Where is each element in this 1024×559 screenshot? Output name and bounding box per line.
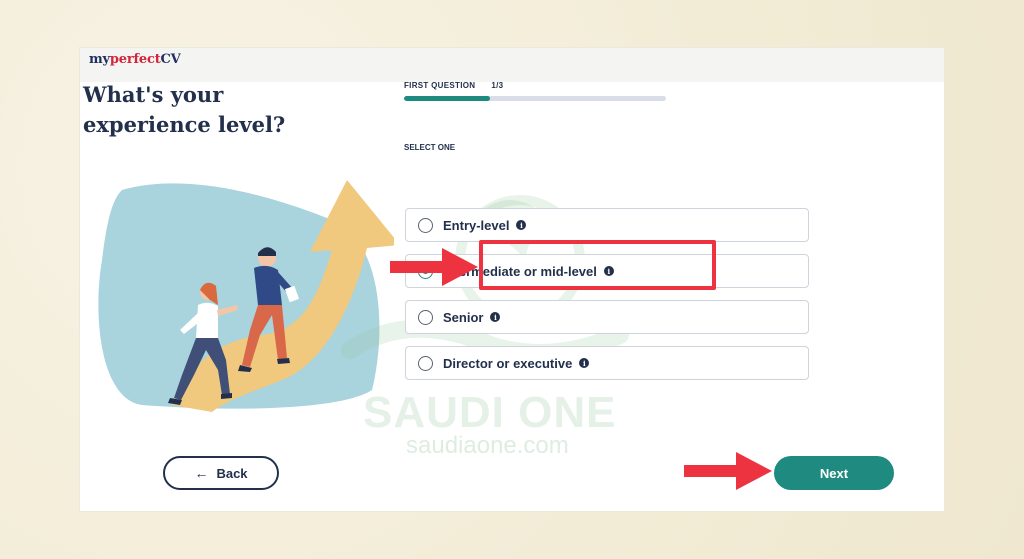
select-one-label: SELECT ONE [404,143,456,152]
info-icon[interactable]: i [490,312,501,322]
highlight-annotation-box [479,240,716,290]
watermark-text: SAUDI ONE [363,388,617,437]
progress-step-label: FIRST QUESTION [404,81,476,90]
progress-count: 1/3 [491,81,504,90]
annotation-arrow-icon [684,452,772,490]
next-button[interactable]: Next [774,456,894,490]
watermark-url: saudiaone.com [406,432,569,459]
radio-button[interactable] [418,217,433,233]
logo-part-cv: CV [160,52,181,67]
back-button-label: Back [216,465,248,481]
info-icon[interactable]: i [579,358,590,368]
brand-logo[interactable]: myperfectCV [89,52,181,67]
page-title: What's your experience level? [83,82,286,137]
back-button[interactable]: ← Back [163,456,279,490]
option-label: Senior [443,309,484,325]
option-senior[interactable]: Senior i [405,300,809,334]
logo-part-perfect: perfect [109,52,161,67]
info-icon[interactable]: i [516,220,527,230]
radio-button[interactable] [418,309,433,325]
option-entry-level[interactable]: Entry-level i [405,208,809,242]
option-label: Director or executive [443,355,573,371]
annotation-arrow-icon [390,248,478,286]
career-climb-illustration [98,180,394,412]
progress-bar [404,96,666,101]
arrow-left-icon: ← [194,465,209,481]
logo-part-my: my [89,52,110,67]
next-button-label: Next [819,465,849,481]
option-label: Entry-level [443,217,510,233]
progress-bar-fill [404,96,491,101]
top-bar: myperfectCV [80,48,944,82]
radio-button[interactable] [418,355,433,371]
option-director[interactable]: Director or executive i [405,346,809,380]
progress-label: FIRST QUESTION 1/3 [404,81,503,90]
